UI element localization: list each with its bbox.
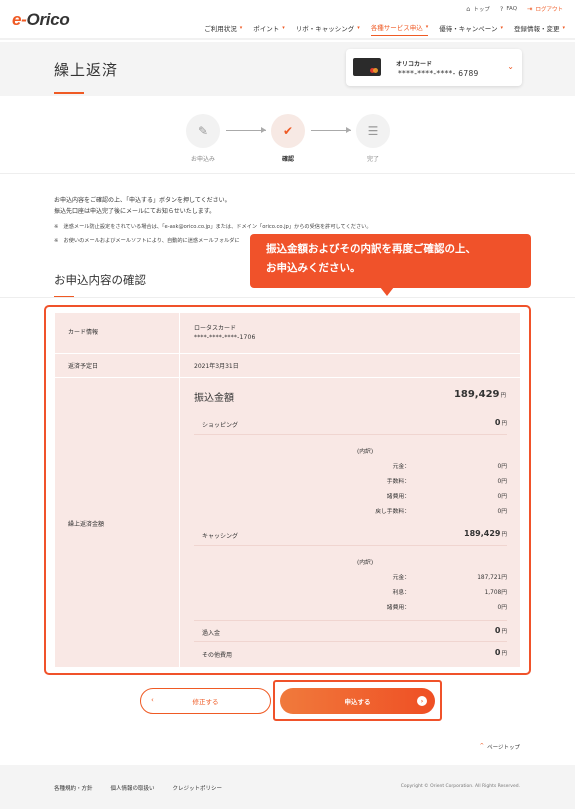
orico-logo[interactable]: e-Orico bbox=[12, 10, 70, 30]
cashing-row: キャッシング 189,429円 bbox=[194, 524, 507, 546]
transfer-amount-label: 振込金額 bbox=[194, 393, 234, 404]
progress-steps: ✎ お申込み ✔ 確認 ☰ 完了 bbox=[0, 96, 575, 174]
repayment-amount-label: 繰上返済金額 bbox=[68, 521, 105, 528]
note-email: ※ 迷惑メール防止設定をされている場合は、「e-ask@orico.co.jp」… bbox=[54, 224, 372, 230]
page-top-link[interactable]: ^ ページトップ bbox=[480, 743, 521, 751]
question-icon: ? bbox=[499, 5, 504, 13]
card-info-value: ロータスカード ****-****-****-1706 bbox=[194, 325, 256, 341]
note-mailsoft: ※ お使いのメールおよびメールソフトにより、自動的に迷惑メールフォルダに bbox=[54, 238, 240, 244]
card-image bbox=[353, 58, 381, 76]
arrow-right-circle-icon: › bbox=[417, 696, 427, 706]
repayment-date-value: 2021年3月31日 bbox=[194, 363, 239, 370]
footer-link-terms[interactable]: 各種規約・方針 bbox=[54, 784, 93, 792]
card-number: ****-****-****- 6789 bbox=[398, 69, 479, 78]
arrow-right-icon bbox=[226, 127, 266, 133]
intro-text: お申込内容をご確認の上、「申込する」ボタンを押してください。 振込先口座は申込完… bbox=[54, 197, 231, 215]
list-item: 利息： 1,708円 bbox=[392, 590, 507, 596]
chevron-up-icon: ^ bbox=[479, 743, 485, 749]
shopping-row: ショッピング 0円 bbox=[194, 413, 507, 435]
chevron-left-icon: ‹ bbox=[151, 696, 154, 704]
copyright: Copyright © Orient Corporation. All Righ… bbox=[400, 784, 520, 789]
step-apply: ✎ お申込み bbox=[186, 114, 220, 163]
top-link[interactable]: ⌂ トップ bbox=[466, 5, 490, 13]
card-selector[interactable]: オリコカード ****-****-****- 6789 ⌄ bbox=[346, 49, 522, 86]
step-complete: ☰ 完了 bbox=[356, 114, 390, 163]
card-name: オリコカード bbox=[396, 61, 433, 68]
step-confirm: ✔ 確認 bbox=[271, 114, 305, 163]
nav-campaign[interactable]: 優待・キャンペーン ▾ bbox=[439, 22, 503, 36]
repayment-date-label: 返済予定日 bbox=[68, 363, 99, 370]
other-fees-row: その他費用 0円 bbox=[202, 648, 507, 659]
check-document-icon: ✔ bbox=[271, 114, 305, 148]
chevron-down-icon: ▾ bbox=[425, 24, 429, 30]
list-item: 元金： 187,721円 bbox=[392, 575, 507, 581]
nav-revolving[interactable]: リボ・キャッシング ▾ bbox=[296, 22, 360, 36]
utility-links: ⌂ トップ ? FAQ ⇥ ログアウト bbox=[466, 5, 563, 13]
nav-points[interactable]: ポイント ▾ bbox=[253, 22, 285, 36]
card-info-label: カード情報 bbox=[68, 329, 99, 336]
nav-usage[interactable]: ご利用状況 ▾ bbox=[204, 22, 242, 36]
chevron-down-icon: ▾ bbox=[500, 24, 503, 31]
arrow-right-icon bbox=[311, 127, 351, 133]
page-title: 繰上返済 bbox=[54, 61, 119, 79]
confirmation-callout: 振込金額およびその内訳を再度ご確認の上、 お申込みください。 bbox=[250, 234, 531, 296]
global-nav: ご利用状況 ▾ ポイント ▾ リボ・キャッシング ▾ 各種サービス申込 ▾ 優待・キャン… bbox=[204, 22, 565, 36]
logout-icon: ⇥ bbox=[527, 5, 533, 13]
footer-links: 各種規約・方針 個人情報の取扱い クレジットポリシー bbox=[54, 784, 222, 792]
list-item: 諸費用： 0円 bbox=[386, 494, 507, 500]
home-icon: ⌂ bbox=[466, 5, 471, 13]
list-item: 諸費用： 0円 bbox=[386, 605, 507, 611]
confirmation-table: カード情報 ロータスカード ****-****-****-1706 返済予定日 … bbox=[55, 313, 520, 667]
title-band: 繰上返済 オリコカード ****-****-****- 6789 ⌄ bbox=[0, 42, 575, 96]
pen-icon: ✎ bbox=[186, 114, 220, 148]
logout-link[interactable]: ⇥ ログアウト bbox=[527, 5, 563, 13]
chevron-down-icon: ▾ bbox=[282, 24, 285, 31]
list-item: 手数料： 0円 bbox=[386, 479, 507, 485]
divider bbox=[55, 377, 520, 378]
submit-button[interactable]: 申込する › bbox=[280, 688, 435, 714]
site-header: e-Orico ⌂ トップ ? FAQ ⇥ ログアウト ご利用状況 ▾ ポイント ▾ リボ… bbox=[0, 0, 575, 40]
nav-registration[interactable]: 登録情報・変更 ▾ bbox=[514, 22, 565, 36]
divider bbox=[0, 297, 575, 298]
title-underline bbox=[54, 92, 84, 94]
chevron-down-icon: ⌄ bbox=[507, 62, 514, 71]
nav-services[interactable]: 各種サービス申込 ▾ bbox=[370, 22, 429, 36]
footer-link-credit-policy[interactable]: クレジットポリシー bbox=[173, 784, 223, 792]
mastercard-icon bbox=[370, 68, 378, 73]
list-item: 元金： 0円 bbox=[392, 464, 507, 470]
chevron-down-icon: ▾ bbox=[239, 24, 243, 31]
overpayment-row: 過入金 0円 bbox=[194, 620, 507, 642]
section-title: お申込内容の確認 bbox=[54, 273, 146, 287]
divider bbox=[55, 353, 520, 354]
chevron-down-icon: ▾ bbox=[357, 24, 360, 31]
site-footer: 各種規約・方針 個人情報の取扱い クレジットポリシー Copyright © O… bbox=[0, 765, 575, 809]
modify-button[interactable]: ‹ 修正する bbox=[140, 688, 271, 714]
document-icon: ☰ bbox=[356, 114, 390, 148]
transfer-amount-value: 189,429円 bbox=[453, 389, 506, 400]
footer-link-privacy[interactable]: 個人情報の取扱い bbox=[111, 784, 155, 792]
chevron-down-icon: ▾ bbox=[562, 24, 565, 31]
faq-link[interactable]: ? FAQ bbox=[500, 5, 517, 13]
divider bbox=[179, 313, 180, 667]
list-item: 戻し手数料： 0円 bbox=[375, 509, 507, 515]
